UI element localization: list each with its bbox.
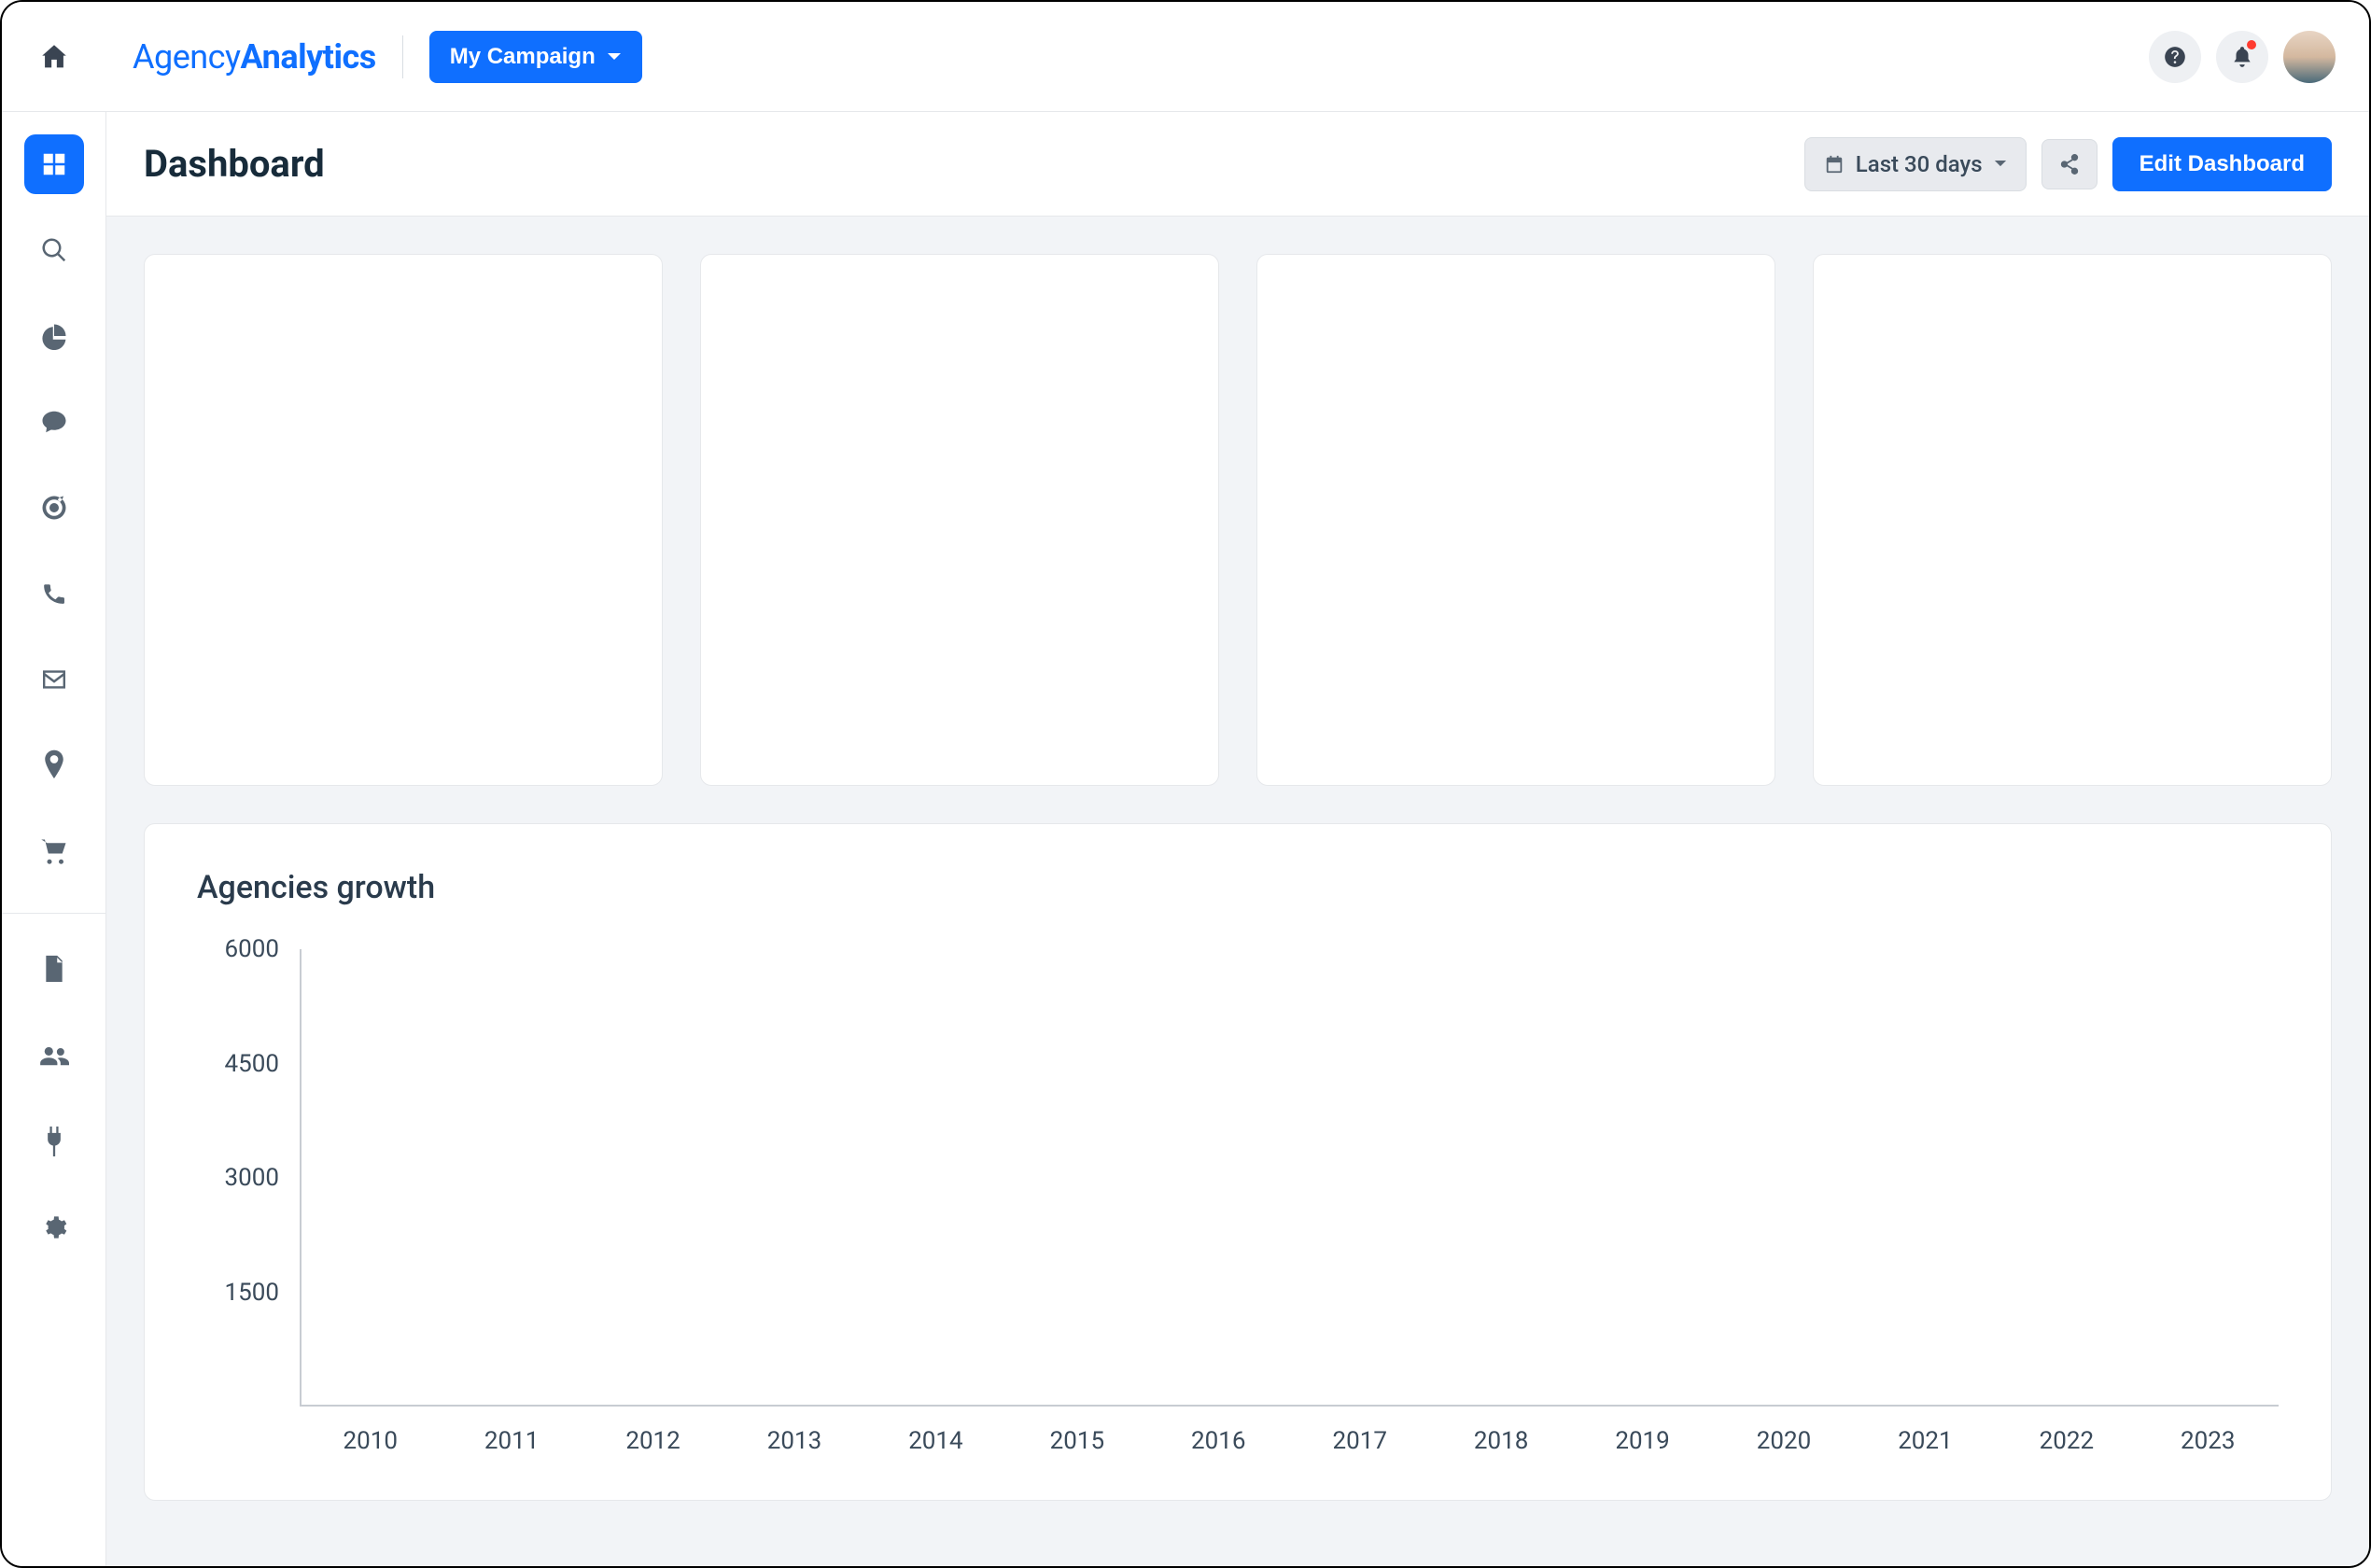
chart-widget: Agencies growth 6000 4500 3000 1500 2010 201…: [144, 823, 2332, 1501]
x-tick: 2020: [1757, 1427, 1811, 1455]
sidebar-item-analytics[interactable]: [24, 306, 84, 366]
sidebar-item-ecommerce[interactable]: [24, 821, 84, 881]
search-icon: [40, 236, 68, 264]
notification-indicator: [2247, 40, 2256, 49]
grid-icon: [40, 150, 68, 178]
x-tick: 2015: [1050, 1427, 1104, 1455]
cart-icon: [40, 838, 68, 864]
campaign-label: My Campaign: [450, 44, 596, 70]
envelope-icon: [40, 668, 68, 691]
map-pin-icon: [42, 749, 66, 781]
x-tick: 2022: [2040, 1427, 2094, 1455]
y-tick: 4500: [225, 1050, 279, 1078]
main-content: Dashboard Last 30 days Edit Dashboard: [106, 112, 2369, 1566]
x-tick: 2016: [1191, 1427, 1245, 1455]
page-title: Dashboard: [144, 142, 325, 186]
date-range-selector[interactable]: Last 30 days: [1804, 137, 2027, 191]
calendar-icon: [1824, 154, 1845, 175]
date-range-label: Last 30 days: [1856, 151, 1983, 177]
sidebar-separator: [2, 913, 105, 914]
plug-icon: [43, 1127, 65, 1156]
question-icon: [2163, 45, 2187, 69]
phone-icon: [41, 581, 67, 607]
sidebar-item-reports[interactable]: [24, 940, 84, 1000]
x-tick: 2021: [1898, 1427, 1952, 1455]
pie-chart-icon: [40, 322, 68, 350]
share-button[interactable]: [2041, 139, 2097, 189]
dashboard-content: Agencies growth 6000 4500 3000 1500 2010 201…: [106, 217, 2369, 1566]
widget-row: [144, 254, 2332, 786]
x-tick: 2023: [2181, 1427, 2235, 1455]
sidebar-item-settings[interactable]: [24, 1197, 84, 1257]
edit-dashboard-button[interactable]: Edit Dashboard: [2112, 137, 2332, 191]
sidebar-item-chat[interactable]: [24, 392, 84, 452]
sidebar-item-users[interactable]: [24, 1026, 84, 1085]
sidebar: [2, 112, 106, 1566]
x-tick: 2010: [343, 1427, 397, 1455]
y-tick: 6000: [225, 935, 279, 963]
x-tick: 2018: [1474, 1427, 1528, 1455]
document-icon: [42, 955, 66, 985]
chat-icon: [40, 408, 68, 436]
sidebar-item-integrations[interactable]: [24, 1112, 84, 1171]
target-icon: [40, 494, 68, 522]
home-icon: [38, 41, 70, 73]
x-tick: 2014: [908, 1427, 962, 1455]
sidebar-item-dashboard[interactable]: [24, 134, 84, 194]
caret-down-icon: [607, 52, 622, 62]
x-tick: 2012: [625, 1427, 680, 1455]
y-tick: 3000: [225, 1164, 279, 1192]
topbar: AgencyAnalytics My Campaign: [2, 2, 2369, 112]
home-button[interactable]: [2, 2, 106, 112]
share-icon: [2059, 153, 2080, 175]
divider: [402, 35, 403, 78]
sidebar-item-calls[interactable]: [24, 564, 84, 623]
user-avatar[interactable]: [2283, 31, 2336, 83]
widget-card-3[interactable]: [1256, 254, 1775, 786]
x-tick: 2013: [767, 1427, 821, 1455]
notifications-button[interactable]: [2216, 31, 2268, 83]
sidebar-item-local[interactable]: [24, 735, 84, 795]
x-tick: 2017: [1332, 1427, 1386, 1455]
brand-logo[interactable]: AgencyAnalytics: [106, 37, 376, 77]
chart-plot: 6000450030001500 20102011201220132014201…: [197, 940, 2279, 1463]
users-icon: [39, 1044, 69, 1067]
gear-icon: [41, 1214, 67, 1240]
caret-down-icon: [1994, 160, 2007, 168]
sidebar-item-email[interactable]: [24, 650, 84, 709]
widget-card-1[interactable]: [144, 254, 663, 786]
x-tick: 2011: [484, 1427, 539, 1455]
chart-title: Agencies growth: [197, 869, 2279, 906]
x-tick: 2019: [1615, 1427, 1669, 1455]
campaign-selector[interactable]: My Campaign: [429, 31, 642, 83]
sidebar-item-target[interactable]: [24, 478, 84, 538]
sidebar-item-search[interactable]: [24, 220, 84, 280]
widget-card-4[interactable]: [1813, 254, 2332, 786]
y-tick: 1500: [225, 1279, 279, 1307]
widget-card-2[interactable]: [700, 254, 1219, 786]
brand-part2: Analytics: [241, 37, 376, 77]
help-button[interactable]: [2149, 31, 2201, 83]
page-toolbar: Dashboard Last 30 days Edit Dashboard: [106, 112, 2369, 217]
brand-part1: Agency: [133, 37, 241, 77]
